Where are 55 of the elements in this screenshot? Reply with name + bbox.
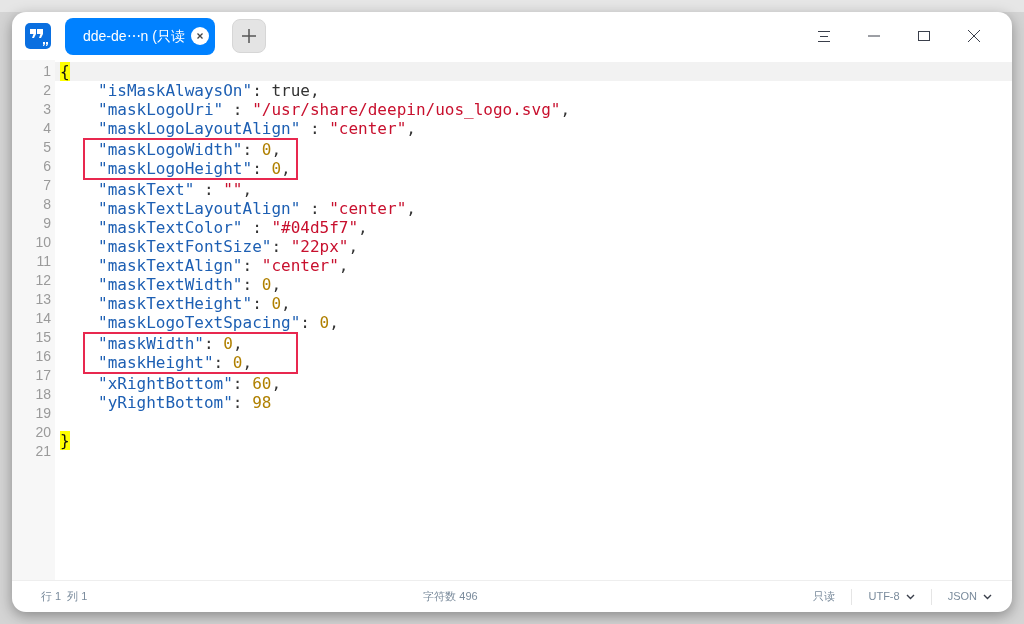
line-number: 19: [34, 404, 52, 423]
chevron-down-icon: [905, 593, 915, 600]
code-line: "maskTextWidth": 0,: [97, 275, 283, 294]
line-number: 13: [34, 290, 52, 309]
line-number: 17: [34, 366, 52, 385]
code-line: "yRightBottom": 98: [97, 393, 273, 412]
read-only-label[interactable]: 只读: [813, 588, 836, 605]
close-icon: [968, 30, 980, 42]
line-number: 14: [34, 309, 52, 328]
line-number: 5: [42, 138, 52, 157]
code-line: "maskTextHeight": 0,: [97, 294, 292, 313]
code-line: "isMaskAlwaysOn": true,: [97, 81, 321, 100]
code-line: "maskTextColor" : "#04d5f7",: [97, 218, 369, 237]
code-line: "maskHeight": 0,: [97, 353, 254, 372]
line-number: 1: [42, 62, 52, 81]
line-number: 4: [42, 119, 52, 138]
plus-icon: [241, 29, 256, 43]
close-icon[interactable]: [190, 27, 209, 45]
line-number: 10: [34, 233, 52, 252]
chevron-down-icon: [983, 593, 992, 600]
code-line: "maskLogoHeight": 0,: [97, 159, 292, 178]
line-number: 8: [42, 195, 52, 214]
line-number: 11: [35, 252, 52, 271]
code-line: "maskWidth": 0,: [97, 334, 244, 353]
code-line: "maskText" : "",: [97, 180, 254, 199]
code-line: "maskTextAlign": "center",: [97, 256, 350, 275]
line-number: 16: [34, 347, 52, 366]
code-line: "maskTextFontSize": "22px",: [97, 237, 360, 256]
app-logo-icon: [25, 23, 51, 49]
line-number: 3: [42, 100, 52, 119]
character-count: 字符数 496: [423, 589, 478, 605]
code-line: "maskLogoUri" : "/usr/share/deepin/uos_logo.svg",: [97, 100, 572, 119]
line-number: 15: [34, 328, 52, 347]
language-dropdown[interactable]: JSON: [931, 588, 1012, 605]
line-number: 12: [34, 271, 52, 290]
line-number: 21: [34, 442, 52, 461]
line-number: 9: [42, 214, 52, 233]
tab-title: dde-de⋯n (只读: [83, 26, 185, 46]
line-number: 7: [42, 176, 52, 195]
code-line: "xRightBottom": 60,: [97, 374, 283, 393]
menu-icon: [818, 30, 830, 42]
line-number: 18: [34, 385, 52, 404]
line-number: 2: [42, 81, 52, 100]
line-number: 20: [34, 423, 52, 442]
code-line: "maskTextLayoutAlign" : "center",: [97, 199, 417, 218]
code-line: "maskLogoLayoutAlign" : "center",: [97, 119, 417, 138]
code-line: "maskLogoTextSpacing": 0,: [97, 313, 340, 332]
file-tab[interactable]: dde-de⋯n (只读: [65, 17, 215, 55]
maximize-icon: [918, 31, 930, 41]
cursor-position: 行 1 列 1: [41, 589, 88, 605]
encoding-dropdown[interactable]: UTF-8: [852, 588, 931, 605]
line-number: 6: [42, 157, 52, 176]
code-line: "maskLogoWidth": 0,: [97, 140, 283, 159]
new-tab-button[interactable]: [231, 19, 266, 53]
minimize-icon: [868, 35, 880, 37]
